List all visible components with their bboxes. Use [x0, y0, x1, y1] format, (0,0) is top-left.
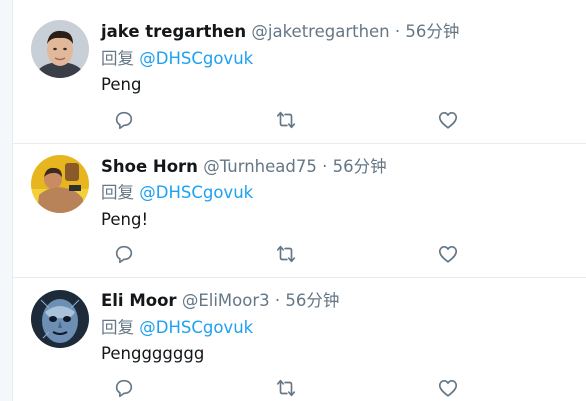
avatar-photo-man: [31, 20, 89, 78]
tweet-timeline: jake tregarthen @jaketregarthen · 56分钟 回…: [12, 0, 586, 401]
retweet-icon: [276, 245, 296, 263]
user-handle[interactable]: @jaketregarthen: [251, 22, 389, 41]
reply-icon: [115, 379, 133, 398]
avatar[interactable]: [31, 290, 89, 348]
reply-button[interactable]: [111, 108, 137, 132]
reply-context: 回复 @DHSCgovuk: [101, 317, 253, 339]
retweet-icon: [276, 379, 296, 397]
display-name[interactable]: Eli Moor: [101, 291, 177, 310]
tweet-actions: [101, 108, 461, 132]
separator-dot: ·: [322, 157, 328, 176]
user-handle[interactable]: @Turnhead75: [203, 157, 317, 176]
timestamp[interactable]: 56分钟: [405, 22, 459, 41]
display-name[interactable]: jake tregarthen: [101, 22, 246, 41]
retweet-button[interactable]: [273, 108, 299, 132]
like-button[interactable]: [435, 242, 461, 266]
tweet-text: Peng!: [101, 210, 149, 229]
user-handle[interactable]: @EliMoor3: [182, 291, 270, 310]
reply-icon: [115, 245, 133, 264]
reply-button[interactable]: [111, 376, 137, 400]
separator-dot: ·: [394, 22, 401, 41]
separator-dot: ·: [274, 291, 281, 310]
tweet-header: Shoe Horn @Turnhead75 · 56分钟: [101, 156, 579, 178]
avatar[interactable]: [31, 155, 89, 213]
mention-link[interactable]: @DHSCgovuk: [139, 49, 253, 68]
retweet-icon: [276, 111, 296, 129]
display-name[interactable]: Shoe Horn: [101, 157, 198, 176]
heart-icon: [438, 246, 458, 263]
retweet-button[interactable]: [273, 376, 299, 400]
tweet-actions: [101, 242, 461, 266]
tweet-item[interactable]: Eli Moor @EliMoor3 · 56分钟 回复 @DHSCgovuk …: [13, 278, 586, 401]
reply-prefix: 回复: [101, 318, 134, 337]
timestamp[interactable]: 56分钟: [285, 291, 339, 310]
reply-context: 回复 @DHSCgovuk: [101, 182, 253, 204]
tweet-item[interactable]: Shoe Horn @Turnhead75 · 56分钟 回复 @DHSCgov…: [13, 144, 586, 278]
tweet-header: Eli Moor @EliMoor3 · 56分钟: [101, 290, 579, 312]
reply-button[interactable]: [111, 242, 137, 266]
retweet-button[interactable]: [273, 242, 299, 266]
reply-prefix: 回复: [101, 183, 134, 202]
mention-link[interactable]: @DHSCgovuk: [139, 318, 253, 337]
tweet-header: jake tregarthen @jaketregarthen · 56分钟: [101, 21, 579, 43]
reply-icon: [115, 111, 133, 130]
heart-icon: [438, 380, 458, 397]
heart-icon: [438, 112, 458, 129]
tweet-actions: [101, 376, 461, 400]
like-button[interactable]: [435, 108, 461, 132]
avatar-photo-yellow: [31, 155, 89, 213]
like-button[interactable]: [435, 376, 461, 400]
reply-prefix: 回复: [101, 49, 134, 68]
tweet-text: Peng: [101, 75, 142, 94]
tweet-item[interactable]: jake tregarthen @jaketregarthen · 56分钟 回…: [13, 0, 586, 144]
timestamp[interactable]: 56分钟: [333, 157, 387, 176]
mention-link[interactable]: @DHSCgovuk: [139, 183, 253, 202]
avatar[interactable]: [31, 20, 89, 78]
avatar-photo-blue-mask: [31, 290, 89, 348]
reply-context: 回复 @DHSCgovuk: [101, 48, 253, 70]
tweet-text: Penggggggg: [101, 344, 205, 363]
